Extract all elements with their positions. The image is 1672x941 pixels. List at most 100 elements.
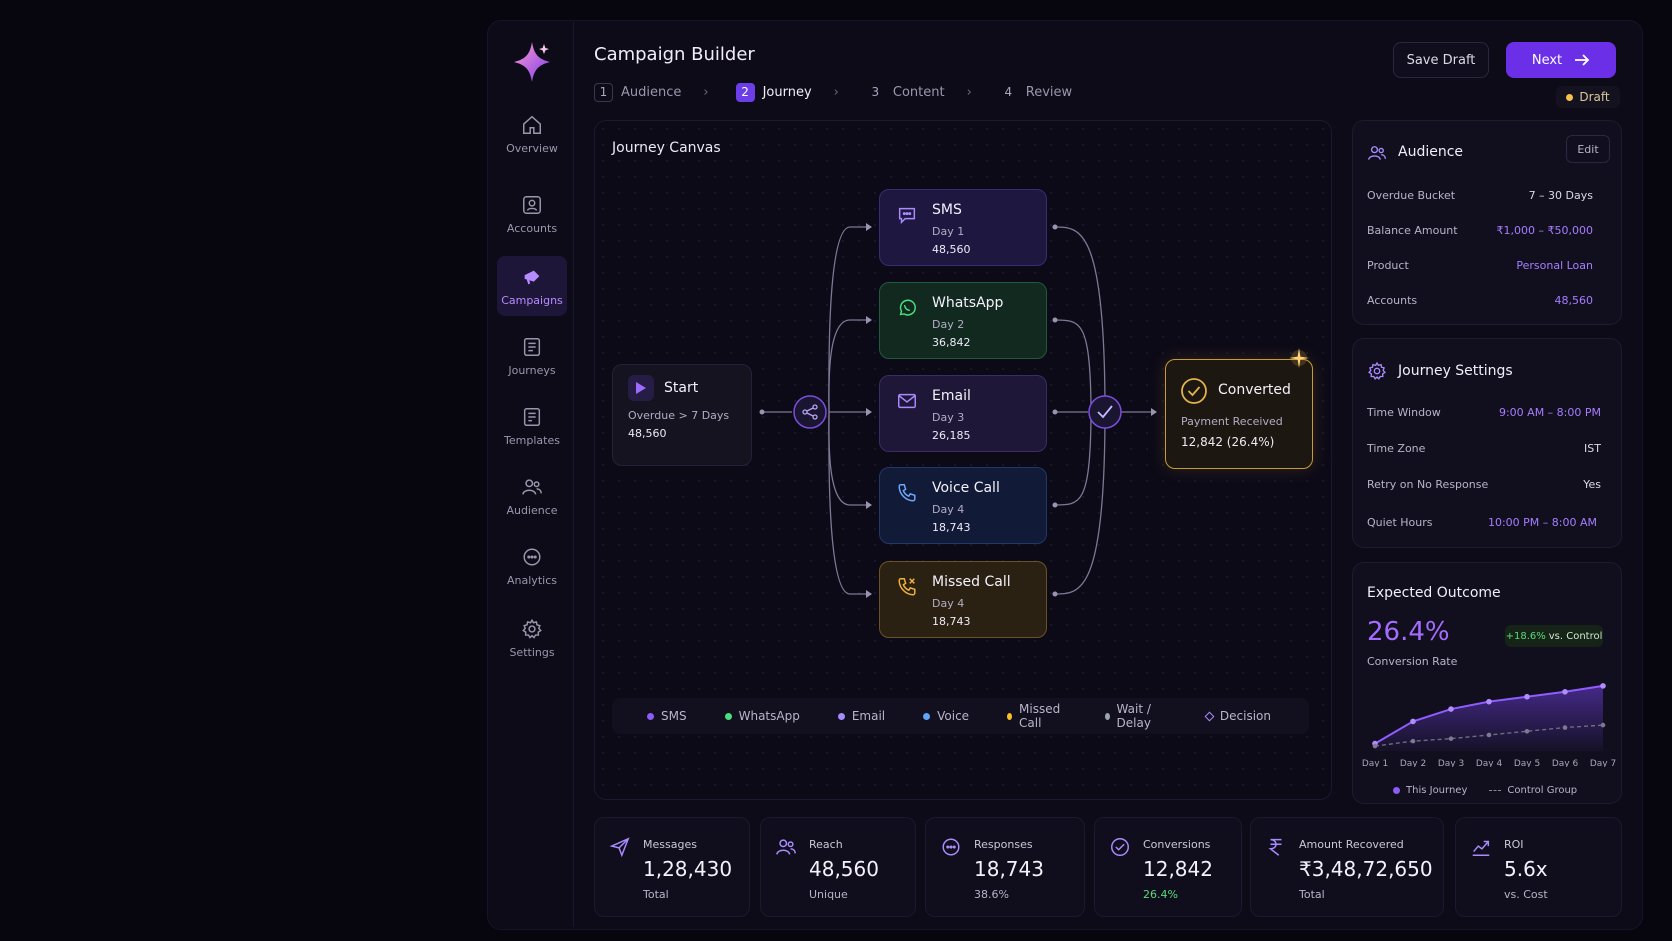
legend-dot [1393,787,1400,794]
node-title: Converted [1218,382,1291,398]
legend-dot [1104,712,1110,720]
legend-item-wait-delay: Wait / Delay [1104,702,1168,730]
audience-panel: Audience Edit Overdue Bucket 7 – 30 Days … [1352,120,1622,325]
chart-legend: This Journey Control Group [1393,785,1577,796]
kpi-sub: 38.6% [974,888,1009,901]
journey-point [1486,698,1492,705]
legend-label: Control Group [1507,785,1578,796]
next-button[interactable]: Next [1506,42,1616,78]
step-audience[interactable]: 1 Audience [594,82,681,102]
missed-call-node[interactable]: Missed Call Day 4 18,743 [879,561,1047,638]
document-icon [523,337,541,356]
sidebar-item-label: Journeys [508,363,556,377]
gear-icon [1368,361,1386,380]
journey-point [1448,706,1454,712]
row-label: Retry on No Response [1367,478,1489,491]
kpi-card-amount-recovered: Amount Recovered ₹3,48,72,650 Total [1250,817,1444,917]
sidebar-item-analytics[interactable]: Analytics [497,536,567,596]
panel-title: Journey Settings [1398,363,1513,379]
kpi-card-responses: Responses 18,743 38.6% [925,817,1085,917]
converted-node[interactable]: Converted Payment Received 12,842 (26.4%… [1165,359,1313,469]
kpi-value: 5.6x [1504,857,1548,881]
kpi-card-roi: ROI 5.6x vs. Cost [1455,817,1622,917]
legend-item-control: Control Group [1489,785,1577,796]
kpi-sub: vs. Cost [1504,888,1548,901]
legend-item-journey: This Journey [1393,785,1467,796]
sidebar-item-overview[interactable]: Overview [497,104,567,164]
sidebar-item-accounts[interactable]: Accounts [497,184,567,244]
outcome-chart: Day 1 Day 2 Day 3 Day 4 Day 5 Day 6 Day 7 [1362,683,1616,767]
control-point [1524,728,1530,734]
dashed-line-icon [1489,790,1502,791]
audience-row: Overdue Bucket 7 – 30 Days [1367,189,1593,202]
legend-dot [1007,712,1012,720]
node-value: 18,743 [932,521,971,534]
gear-icon [522,618,542,639]
expected-outcome-panel: Expected Outcome 26.4% Conversion Rate +… [1352,562,1622,804]
sidebar-item-templates[interactable]: Templates [497,396,567,456]
settings-row: Time Zone IST [1367,442,1601,455]
next-label: Next [1531,52,1563,68]
node-day: Day 2 [932,318,965,331]
settings-row: Time Window 9:00 AM – 8:00 PM [1367,406,1601,419]
settings-row: Retry on No Response Yes [1367,478,1601,491]
legend-label: This Journey [1406,785,1468,796]
delta-badge: +18.6% vs. Control [1505,625,1603,647]
start-node[interactable]: Start Overdue > 7 Days 48,560 [612,364,752,466]
step-content[interactable]: 3 Content [866,83,945,102]
check-circle-icon [1111,838,1129,856]
audience-row: Accounts 48,560 [1367,294,1593,307]
sidebar-item-audience[interactable]: Audience [497,466,567,526]
control-point [1410,738,1416,744]
control-point [1600,722,1606,728]
node-value: 48,560 [628,427,667,440]
node-value: 12,842 (26.4%) [1181,435,1275,449]
row-label: Overdue Bucket [1367,189,1456,202]
kpi-label: Reach [809,838,843,851]
row-label: Quiet Hours [1367,516,1433,529]
kpi-value: 48,560 [809,857,879,881]
kpi-sub: Total [643,888,669,901]
phone-icon [898,484,916,502]
journey-settings-panel: Journey Settings Time Window 9:00 AM – 8:… [1352,338,1622,548]
kpi-label: Messages [643,838,697,851]
voice-call-node[interactable]: Voice Call Day 4 18,743 [879,467,1047,544]
save-draft-button[interactable]: Save Draft [1393,42,1489,78]
sms-node[interactable]: SMS Day 1 48,560 [879,189,1047,266]
node-subtitle: Payment Received [1181,415,1283,428]
audience-row: Product Personal Loan [1367,259,1593,272]
sidebar-item-settings[interactable]: Settings [497,608,567,668]
control-point [1562,725,1568,730]
node-day: Day 3 [932,411,965,424]
audience-row: Balance Amount ₹1,000 – ₹50,000 [1367,224,1593,237]
sparkle-logo-icon [514,42,550,82]
row-value: 7 – 30 Days [1528,189,1593,202]
sidebar-item-journeys[interactable]: Journeys [497,326,567,386]
step-label: Content [892,84,945,100]
sidebar: Overview Accounts Campaigns Journeys Tem… [490,22,574,927]
canvas-title: Journey Canvas [612,140,721,156]
step-review[interactable]: 4 Review [999,83,1072,102]
legend-label: SMS [661,709,687,723]
whatsapp-node[interactable]: WhatsApp Day 2 36,842 [879,282,1047,359]
node-title: Start [664,380,699,396]
node-day: Day 4 [932,597,965,610]
email-node[interactable]: Email Day 3 26,185 [879,375,1047,452]
delta-suffix: vs. Control [1548,630,1603,642]
legend-item-missed-call: Missed Call [1007,702,1067,730]
conversion-rate-value: 26.4% [1367,617,1450,647]
row-value: IST [1584,442,1601,455]
sidebar-item-campaigns[interactable]: Campaigns [497,256,567,316]
legend-dot [923,712,931,720]
panel-title: Audience [1398,144,1464,160]
users-icon [776,839,796,855]
step-number: 4 [1004,85,1013,99]
x-tick-label: Day 3 [1438,759,1464,767]
step-journey[interactable]: 2 Journey [735,82,812,102]
diamond-icon [1204,711,1215,721]
node-title: Email [932,388,971,404]
control-point [1448,736,1454,741]
edit-audience-button[interactable]: Edit [1566,135,1610,163]
sidebar-item-label: Accounts [506,221,558,235]
user-card-icon [523,195,541,214]
